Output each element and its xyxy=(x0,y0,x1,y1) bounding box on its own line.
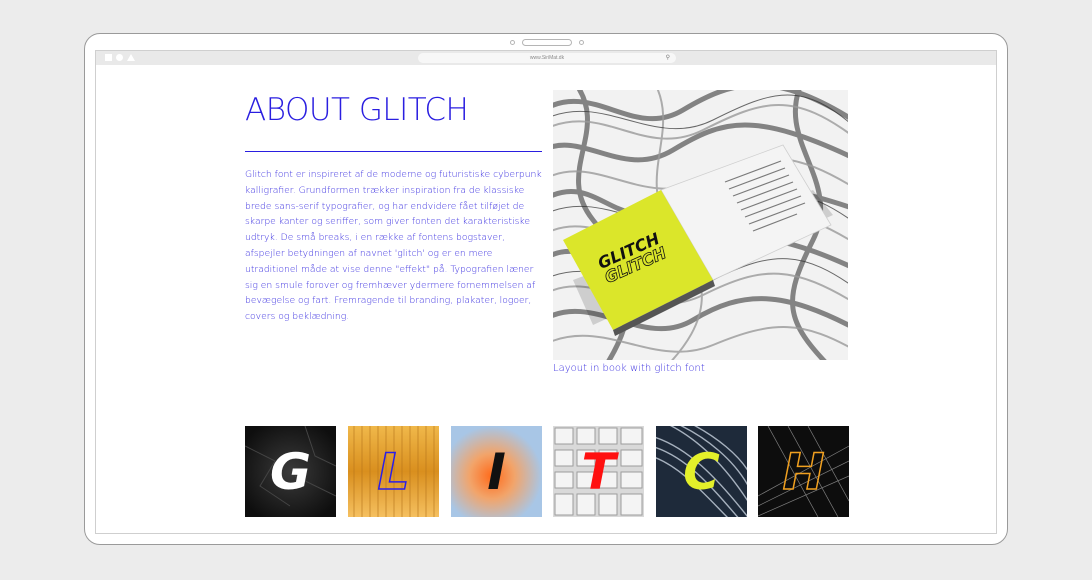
letter-tile-t[interactable]: T xyxy=(553,426,644,517)
letter-tile-l[interactable]: L xyxy=(348,426,439,517)
letter-h: H xyxy=(782,442,825,501)
camera-dot-icon xyxy=(510,40,515,45)
url-text: www.SiriMat.dk xyxy=(529,55,565,61)
camera-bar xyxy=(85,39,1007,47)
marble-book-illustration: GLITCH GLITCH xyxy=(553,90,848,360)
window-triangle-icon[interactable] xyxy=(127,54,135,61)
letter-c: C xyxy=(683,442,720,501)
letter-g: G xyxy=(269,442,312,501)
letter-tile-c[interactable]: C xyxy=(656,426,747,517)
title-divider xyxy=(245,151,542,152)
letter-t: T xyxy=(581,442,616,501)
letter-tile-g[interactable]: G xyxy=(245,426,336,517)
page-content: ABOUT GLITCH Glitch font er inspireret a… xyxy=(96,65,996,533)
speaker-pill-icon xyxy=(522,39,572,46)
about-description: Glitch font er inspireret af de moderne … xyxy=(245,169,542,323)
search-icon[interactable]: ⚲ xyxy=(666,53,670,63)
image-caption: Layout in book with glitch font xyxy=(553,363,705,374)
camera-dot-icon xyxy=(579,40,584,45)
letter-l: L xyxy=(377,442,410,501)
book-mockup-image: GLITCH GLITCH xyxy=(553,90,848,360)
window-circle-icon[interactable] xyxy=(116,54,123,61)
device-frame: www.SiriMat.dk ⚲ ABOUT GLITCH Glitch fon… xyxy=(84,33,1008,545)
letter-tile-i[interactable]: I xyxy=(451,426,542,517)
window-square-icon[interactable] xyxy=(105,54,112,61)
address-bar[interactable]: www.SiriMat.dk ⚲ xyxy=(418,53,676,63)
letter-i: I xyxy=(487,442,506,501)
browser-toolbar: www.SiriMat.dk ⚲ xyxy=(96,51,996,65)
letter-tile-h[interactable]: H xyxy=(758,426,849,517)
screen: www.SiriMat.dk ⚲ ABOUT GLITCH Glitch fon… xyxy=(95,50,997,534)
page-title: ABOUT GLITCH xyxy=(245,92,469,128)
